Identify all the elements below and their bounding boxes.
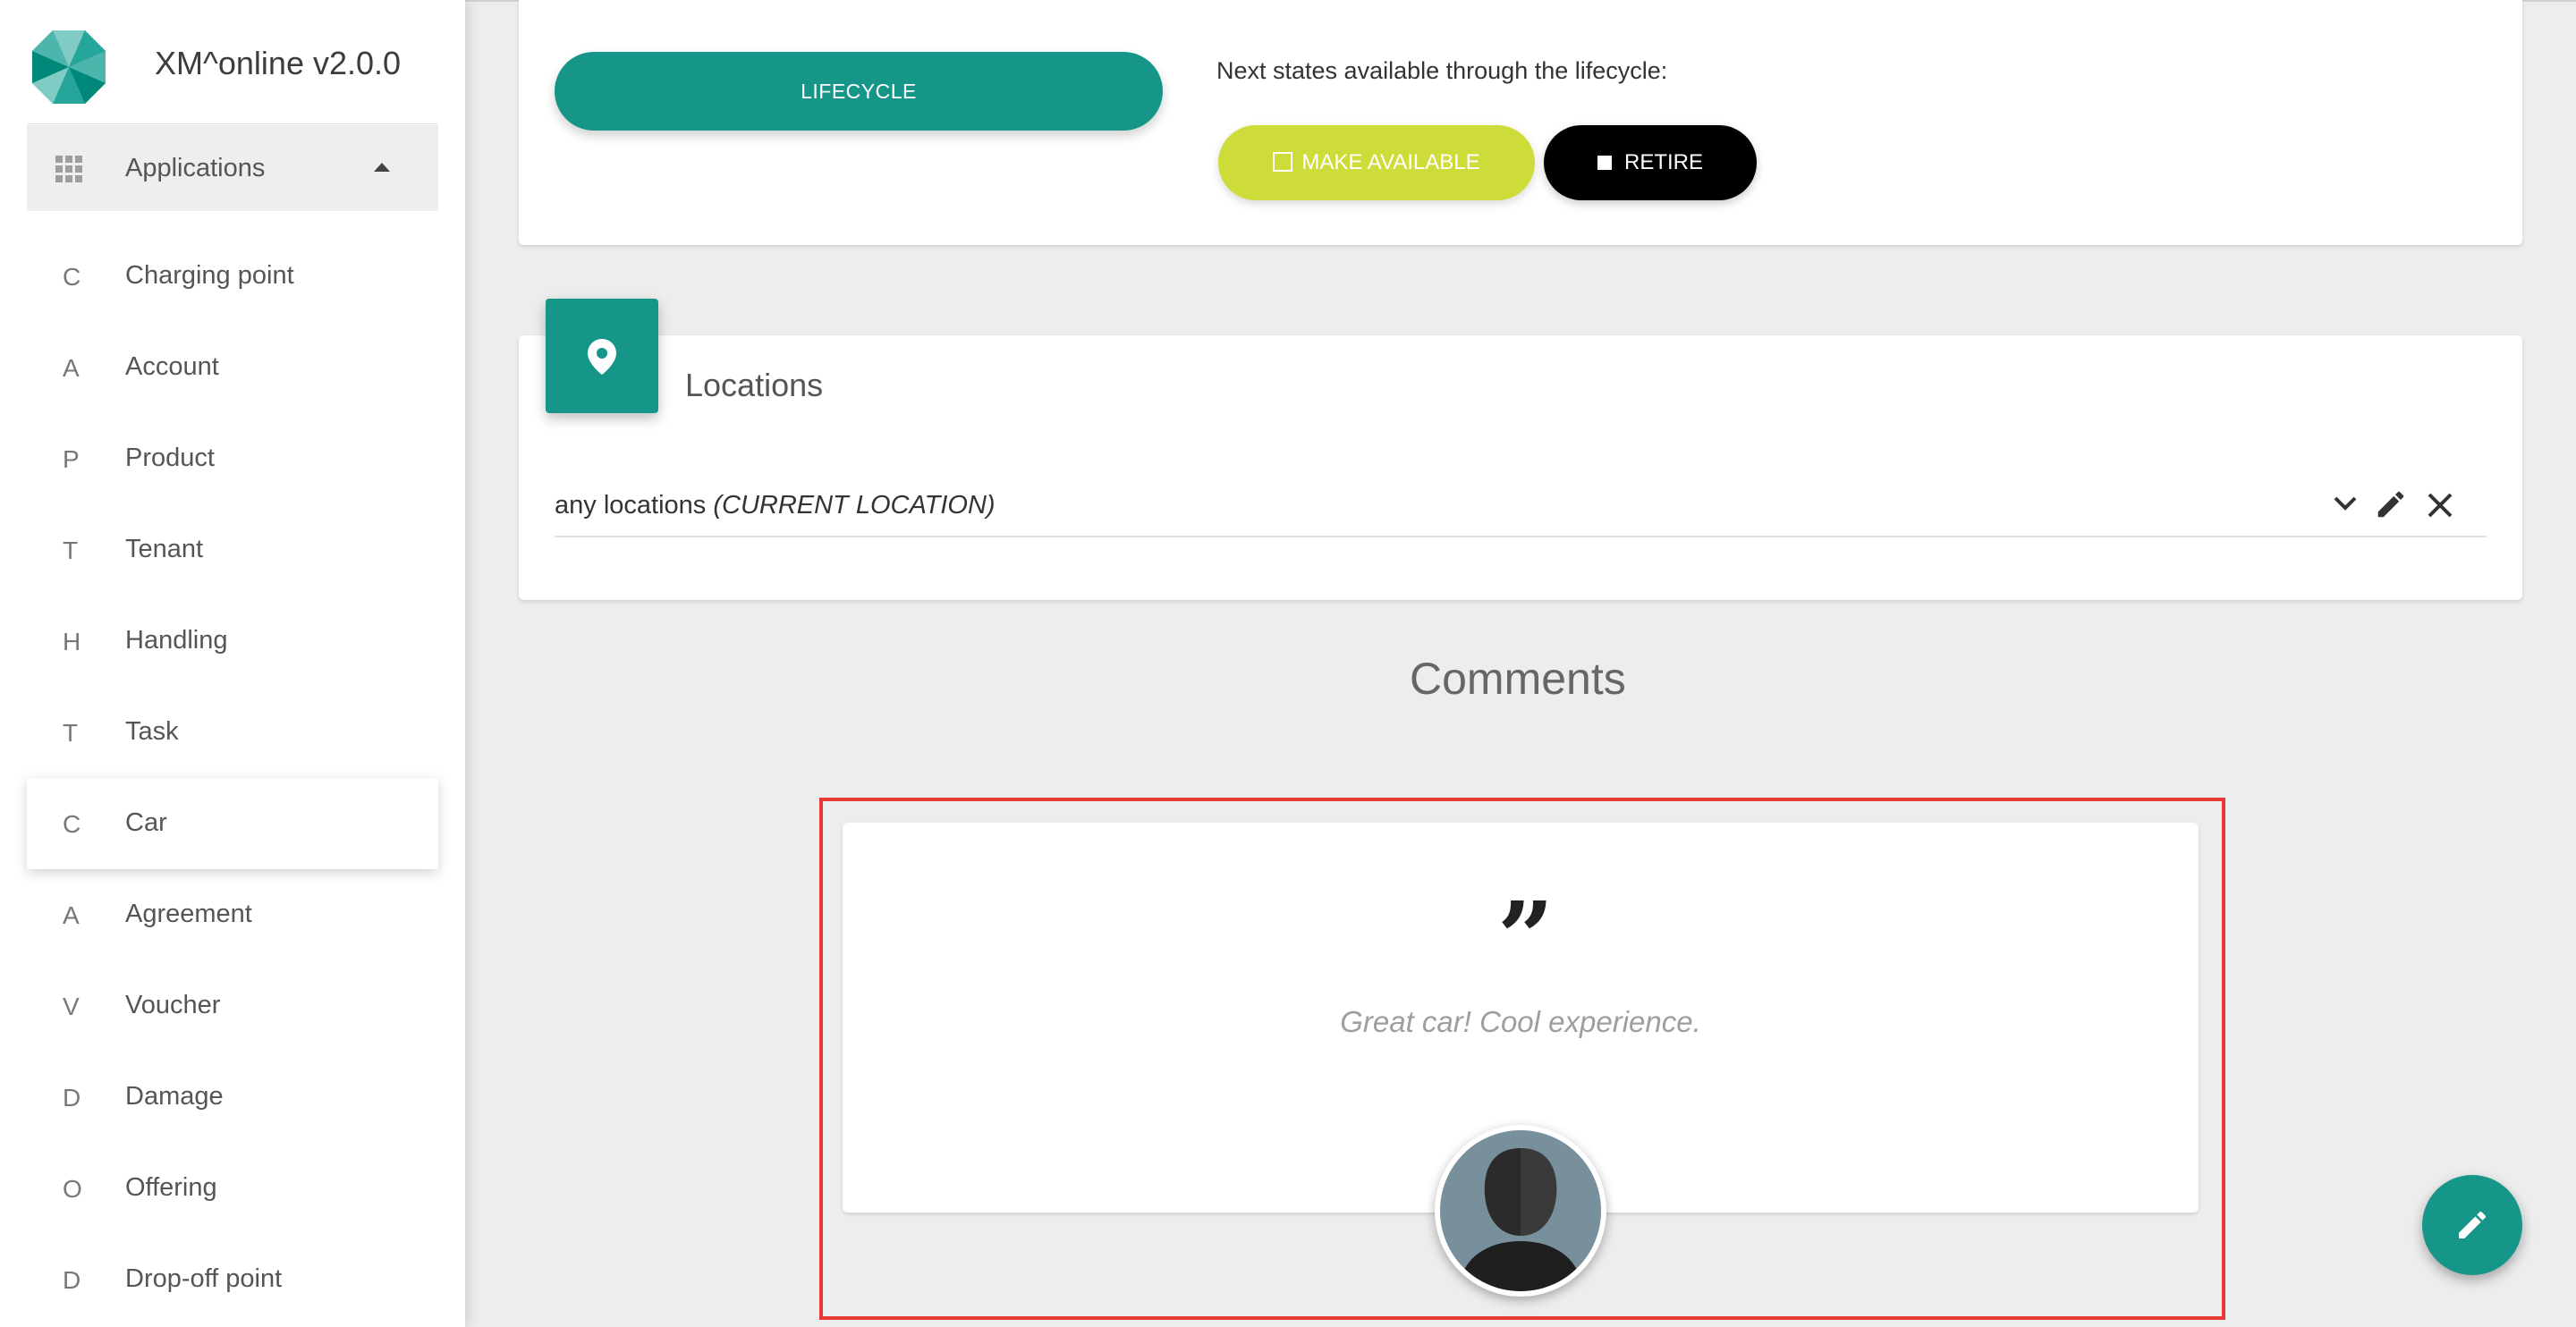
app-title: XM^online v2.0.0 (155, 45, 402, 81)
sidebar-item-label: Account (125, 352, 219, 381)
brand-header[interactable]: XM^online v2.0.0 (0, 0, 465, 125)
sidebar-item-letter: A (63, 354, 80, 382)
location-tag: (CURRENT LOCATION) (713, 491, 996, 520)
caret-up-icon (374, 163, 390, 172)
sidebar-item-label: Voucher (125, 991, 221, 1019)
sidebar-item-label: Product (125, 444, 215, 472)
pencil-icon[interactable] (2374, 487, 2408, 526)
sidebar-item-label: Charging point (125, 261, 294, 290)
make-available-label: MAKE AVAILABLE (1301, 150, 1480, 174)
pencil-icon (2459, 1211, 2487, 1238)
sidebar-item-letter: A (63, 901, 80, 929)
user-silhouette-icon (1440, 1130, 1601, 1291)
sidebar-item-letter: H (63, 628, 81, 655)
quote-icon: ” (1497, 880, 1555, 995)
location-row[interactable]: any locations (CURRENT LOCATION) (555, 487, 2487, 537)
sidebar-item-letter: T (63, 537, 79, 564)
sidebar-item-handling[interactable]: H Handling (27, 596, 438, 687)
divider (27, 123, 438, 124)
avatar (1435, 1125, 1606, 1297)
sidebar-item-letter: C (63, 263, 81, 291)
applications-label: Applications (125, 154, 266, 182)
chevron-down-icon[interactable] (2333, 494, 2358, 517)
location-text: any locations (CURRENT LOCATION) (555, 491, 996, 520)
location-badge (546, 299, 658, 413)
next-states-label: Next states available through the lifecy… (1216, 57, 1668, 84)
lifecycle-button[interactable]: LIFECYCLE (555, 52, 1163, 131)
sidebar-item-label: Offering (125, 1173, 217, 1202)
retire-label: RETIRE (1623, 150, 1703, 174)
sidebar-item-label: Task (125, 717, 179, 746)
sidebar-item-voucher[interactable]: V Voucher (27, 960, 438, 1052)
lifecycle-card: LIFECYCLE Next states available through … (519, 0, 2522, 245)
sidebar-item-task[interactable]: T Task (27, 687, 438, 778)
sidebar-item-letter: D (63, 1266, 81, 1294)
sidebar-menu: C Charging point A Account P Product T T… (27, 231, 438, 1325)
sidebar-item-agreement[interactable]: A Agreement (27, 869, 438, 960)
sidebar-item-letter: O (63, 1175, 82, 1203)
stop-square-icon (1597, 156, 1612, 170)
sidebar-item-letter: P (63, 445, 80, 473)
sidebar-item-label: Damage (125, 1082, 224, 1111)
sidebar-item-letter: C (63, 810, 81, 838)
applications-toggle[interactable]: Applications (27, 125, 438, 211)
location-pin-icon (588, 339, 616, 375)
sidebar-item-label: Car (125, 808, 167, 837)
sidebar-item-damage[interactable]: D Damage (27, 1052, 438, 1143)
apps-grid-icon (55, 156, 82, 182)
locations-title: Locations (685, 367, 824, 403)
sidebar-item-drop-off-point[interactable]: D Drop-off point (27, 1234, 438, 1325)
checkbox-outline-icon (1273, 152, 1293, 172)
edit-fab-button[interactable] (2422, 1175, 2522, 1275)
make-available-button[interactable]: MAKE AVAILABLE (1218, 125, 1535, 200)
sidebar: XM^online v2.0.0 Applications C Charging… (0, 0, 465, 1327)
sidebar-item-car[interactable]: C Car (27, 778, 438, 869)
sidebar-item-account[interactable]: A Account (27, 322, 438, 413)
location-actions (2333, 487, 2467, 523)
close-icon[interactable] (2426, 491, 2454, 524)
app-logo (32, 30, 106, 104)
comments-title: Comments (1410, 654, 1626, 704)
sidebar-item-product[interactable]: P Product (27, 413, 438, 504)
sidebar-item-label: Handling (125, 626, 228, 655)
sidebar-item-letter: T (63, 719, 79, 747)
sidebar-item-tenant[interactable]: T Tenant (27, 504, 438, 596)
comment-text: Great car! Cool experience. (1340, 1005, 1701, 1038)
sidebar-item-offering[interactable]: O Offering (27, 1143, 438, 1234)
sidebar-item-label: Agreement (125, 900, 252, 928)
sidebar-item-letter: V (63, 993, 80, 1020)
sidebar-item-label: Drop-off point (125, 1264, 283, 1293)
location-name: any locations (555, 491, 707, 520)
sidebar-item-letter: D (63, 1084, 81, 1111)
sidebar-item-label: Tenant (125, 535, 204, 563)
sidebar-item-charging-point[interactable]: C Charging point (27, 231, 438, 322)
retire-button[interactable]: RETIRE (1544, 125, 1757, 200)
